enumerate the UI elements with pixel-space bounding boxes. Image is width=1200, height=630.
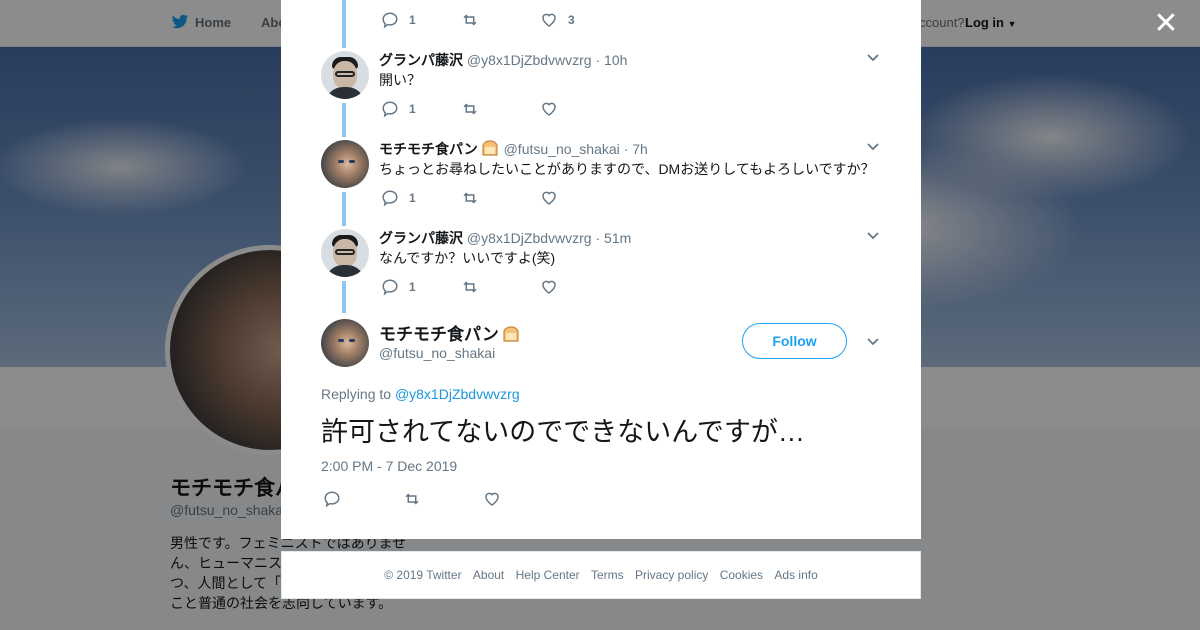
tweet-text: なんですか？いいですよ(笑) (379, 250, 556, 266)
footer-link-privacy[interactable]: Privacy policy (635, 552, 708, 598)
thread-line (342, 281, 346, 313)
like-action[interactable] (540, 99, 558, 119)
follow-button[interactable]: Follow (742, 323, 847, 359)
heart-icon (542, 102, 556, 116)
tweet-author[interactable]: グランパ藤沢 @y8x1DjZbdvwvzrg · 10h (379, 50, 627, 70)
heart-icon (542, 13, 556, 27)
chevron-down-icon[interactable] (866, 51, 880, 65)
avatar[interactable] (321, 51, 369, 99)
tweet-text: ちょっとお尋ねしたいことがありますので、DMお送りしてもよろしいですか？ (379, 161, 875, 177)
thread-line (342, 0, 346, 48)
bread-emoji-icon (482, 140, 498, 156)
footer-link-help[interactable]: Help Center (516, 552, 580, 598)
retweet-action[interactable] (460, 10, 480, 30)
heart-icon (542, 191, 556, 205)
reply-action[interactable]: 1 (381, 10, 416, 30)
footer-link-ads[interactable]: Ads info (774, 552, 817, 598)
like-action[interactable] (540, 277, 558, 297)
retweet-action[interactable] (460, 188, 480, 208)
main-tweet-text: 許可されてないのでできないんですが… (321, 417, 805, 447)
retweet-action[interactable] (460, 277, 480, 297)
tweet-text: 開い？ (379, 72, 421, 88)
reply-icon (382, 279, 398, 296)
tweet-actions: 1 (381, 99, 681, 119)
chevron-down-icon[interactable] (866, 335, 880, 349)
reply-icon (382, 12, 398, 29)
reply-action[interactable] (323, 489, 341, 509)
tweet-actions: 1 (381, 188, 681, 208)
reply-action[interactable]: 1 (381, 188, 416, 208)
retweet-icon (463, 281, 477, 293)
thread-line (342, 103, 346, 137)
heart-icon (485, 492, 499, 506)
footer-copyright: © 2019 Twitter (384, 568, 462, 582)
heart-icon (542, 280, 556, 294)
retweet-icon (405, 493, 419, 505)
replying-to-link[interactable]: @y8x1DjZbdvwvzrg (395, 386, 520, 402)
reply-icon (382, 190, 398, 207)
tweet-author[interactable]: モチモチ食パン @futsu_no_shakai · 7h (379, 139, 648, 159)
tweet-author[interactable]: グランパ藤沢 @y8x1DjZbdvwvzrg · 51m (379, 228, 631, 248)
retweet-action[interactable] (460, 99, 480, 119)
main-tweet-handle[interactable]: @futsu_no_shakai (379, 345, 495, 361)
retweet-action[interactable] (402, 489, 422, 509)
reply-icon (382, 101, 398, 118)
reply-icon (324, 491, 340, 508)
chevron-down-icon[interactable] (866, 140, 880, 154)
reply-action[interactable]: 1 (381, 277, 416, 297)
chevron-down-icon[interactable] (866, 229, 880, 243)
replying-to: Replying to @y8x1DjZbdvwvzrg (321, 386, 520, 402)
close-icon[interactable]: ✕ (1152, 9, 1180, 39)
footer-link-about[interactable]: About (473, 552, 504, 598)
retweet-icon (463, 103, 477, 115)
like-action[interactable]: 3 (540, 10, 575, 30)
avatar[interactable] (321, 140, 369, 188)
footer-link-terms[interactable]: Terms (591, 552, 624, 598)
like-action[interactable] (540, 188, 558, 208)
bread-emoji-icon (503, 326, 519, 342)
main-tweet-actions (323, 489, 623, 509)
reply-action[interactable]: 1 (381, 99, 416, 119)
footer-link-cookies[interactable]: Cookies (720, 552, 763, 598)
avatar[interactable] (321, 229, 369, 277)
like-action[interactable] (483, 489, 501, 509)
retweet-icon (463, 192, 477, 204)
thread-line (342, 192, 346, 226)
tweet-actions: 1 3 (381, 10, 681, 30)
main-tweet-author[interactable]: モチモチ食パン (379, 320, 521, 345)
avatar[interactable] (321, 319, 369, 367)
retweet-icon (463, 14, 477, 26)
tweet-timestamp[interactable]: 2:00 PM - 7 Dec 2019 (321, 458, 457, 474)
tweet-actions: 1 (381, 277, 681, 297)
footer: © 2019 Twitter About Help Center Terms P… (281, 551, 921, 599)
